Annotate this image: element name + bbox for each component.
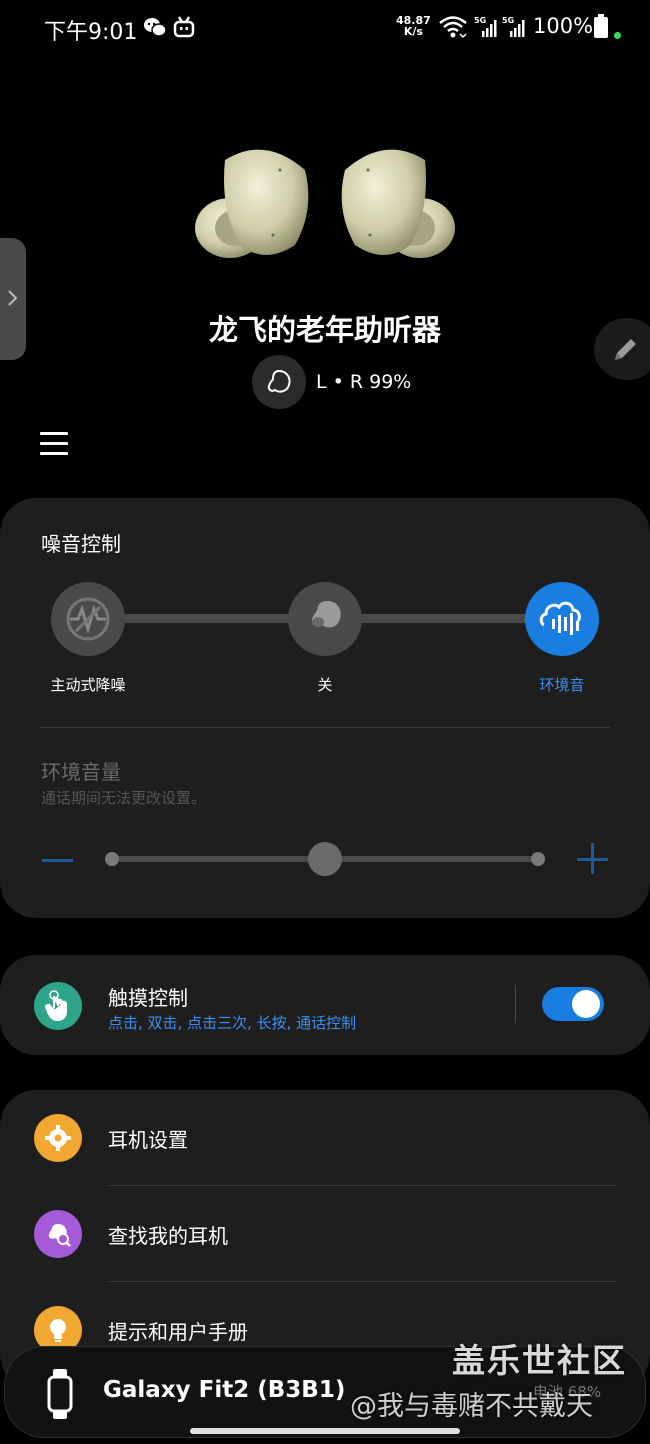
touch-control-subtitle: 点击, 双击, 点击三次, 长按, 通话控制 <box>108 1014 357 1032</box>
earbud-icon <box>252 355 306 409</box>
divider <box>40 727 610 728</box>
earbuds-battery: L • R 99% <box>252 354 411 410</box>
wechat-icon <box>143 16 167 42</box>
ambient-volume-subtitle: 通话期间无法更改设置。 <box>41 789 207 807</box>
noise-control-card: 噪音控制 主动式降噪 关 环境音 环境音量 通话期间无法更改设置。 <box>0 498 650 918</box>
privacy-dot <box>614 32 621 39</box>
find-earbuds-icon <box>34 1210 82 1258</box>
touch-control-card[interactable]: 触摸控制 点击, 双击, 点击三次, 长按, 通话控制 <box>0 955 650 1055</box>
ambient-sound-icon <box>539 601 581 635</box>
home-indicator <box>190 1428 460 1434</box>
touch-control-toggle[interactable] <box>542 987 604 1021</box>
touch-control-title: 触摸控制 <box>108 986 188 1010</box>
divider <box>515 985 516 1023</box>
earbud-icon <box>311 601 341 628</box>
signal-5g-icon: 5G <box>502 15 526 43</box>
earbuds-settings-label: 耳机设置 <box>108 1128 188 1152</box>
watch-icon <box>47 1369 73 1423</box>
battery-level: L • R 99% <box>316 371 412 393</box>
ambient-volume-title: 环境音量 <box>41 760 121 784</box>
slider-thumb[interactable] <box>308 842 342 876</box>
slider-min-dot <box>105 852 119 866</box>
battery-percent: 100% <box>533 14 594 38</box>
earbuds-settings-item[interactable]: 耳机设置 <box>0 1090 650 1186</box>
tips-manual-label: 提示和用户手册 <box>108 1320 248 1344</box>
noise-control-title: 噪音控制 <box>41 532 121 556</box>
anc-label: 主动式降噪 <box>50 676 126 694</box>
off-label: 关 <box>317 676 333 694</box>
earbuds-image <box>185 140 465 270</box>
status-bar: 下午9:01 48.87 K/s 5G 5G 100% <box>0 0 650 56</box>
svg-text:5G: 5G <box>502 16 514 25</box>
slider-max-dot <box>531 852 545 866</box>
toggle-knob <box>572 990 600 1018</box>
off-button[interactable] <box>288 582 362 656</box>
wifi-icon <box>438 14 468 44</box>
device-name: 龙飞的老年助听器 <box>208 313 441 347</box>
signal-5g-icon: 5G <box>474 15 498 43</box>
watch-name: Galaxy Fit2 (B3B1) <box>103 1377 346 1403</box>
menu-icon[interactable] <box>40 432 68 456</box>
watermark-subtitle: @我与毒赌不共戴天 <box>350 1391 593 1422</box>
status-time: 下午9:01 <box>44 20 138 45</box>
ambient-sound-label: 环境音 <box>539 676 585 694</box>
watermark-title: 盖乐世社区 <box>452 1341 627 1380</box>
ambient-sound-button[interactable] <box>525 582 599 656</box>
volume-decrease-button[interactable] <box>42 859 73 862</box>
gear-icon <box>34 1114 82 1162</box>
anc-icon <box>66 597 110 641</box>
find-earbuds-item[interactable]: 查找我的耳机 <box>0 1186 650 1282</box>
network-speed: 48.87 K/s <box>396 14 431 38</box>
touch-hand-icon <box>34 982 82 1030</box>
find-earbuds-label: 查找我的耳机 <box>108 1224 228 1248</box>
bilibili-icon <box>173 16 195 42</box>
anc-button[interactable] <box>51 582 125 656</box>
svg-text:5G: 5G <box>474 16 486 25</box>
battery-icon <box>594 14 608 42</box>
